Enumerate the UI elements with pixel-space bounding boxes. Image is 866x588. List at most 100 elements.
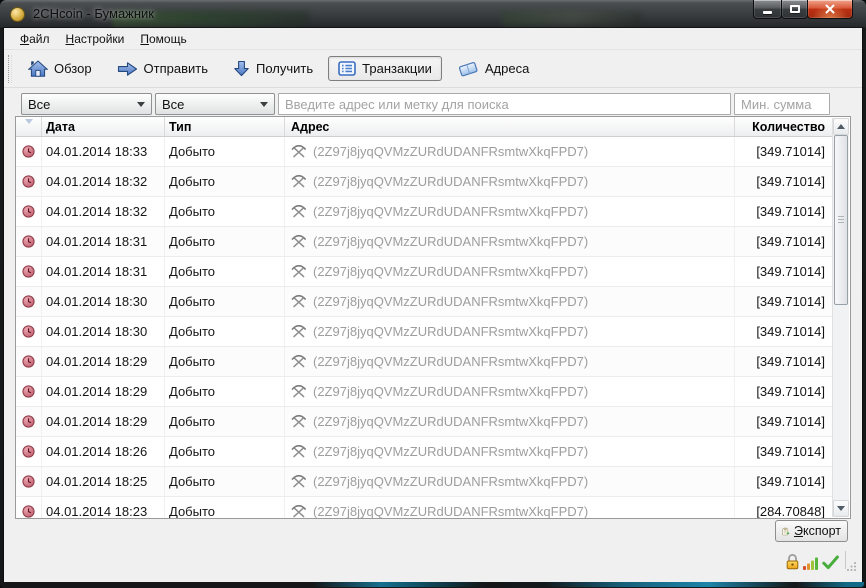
tx-date: 04.01.2014 18:29 (42, 407, 165, 436)
min-amount-input[interactable] (734, 93, 830, 115)
tab-transactions[interactable]: Транзакции (328, 56, 442, 81)
toolbar-drag-handle[interactable] (8, 54, 12, 83)
client-area: Файл Настройки Помощь Обзор Отправить По… (4, 28, 862, 582)
table-row[interactable]: 04.01.2014 18:32 Добыто (2Z97j8jyqQVMzZU… (16, 197, 833, 227)
close-icon (825, 4, 835, 14)
tab-overview[interactable]: Обзор (18, 55, 102, 82)
tx-date: 04.01.2014 18:31 (42, 257, 165, 286)
date-filter-dropdown[interactable]: Все (21, 93, 152, 115)
tx-status-cell (16, 317, 42, 346)
table-row[interactable]: 04.01.2014 18:29 Добыто (2Z97j8jyqQVMzZU… (16, 407, 833, 437)
tx-date: 04.01.2014 18:32 (42, 197, 165, 226)
table-row[interactable]: 04.01.2014 18:26 Добыто (2Z97j8jyqQVMzZU… (16, 437, 833, 467)
status-bar (785, 550, 839, 570)
tx-address: (2Z97j8jyqQVMzZURdUDANFRsmtwXkqFPD7) (313, 234, 589, 249)
resize-grip[interactable] (847, 561, 857, 571)
table-row[interactable]: 04.01.2014 18:30 Добыто (2Z97j8jyqQVMzZU… (16, 317, 833, 347)
export-button[interactable]: Экспорт (775, 520, 848, 542)
scroll-down-button[interactable] (833, 500, 849, 517)
maximize-button[interactable] (781, 0, 808, 19)
table-row[interactable]: 04.01.2014 18:31 Добыто (2Z97j8jyqQVMzZU… (16, 257, 833, 287)
tx-type: Добыто (165, 317, 285, 346)
table-row[interactable]: 04.01.2014 18:33 Добыто (2Z97j8jyqQVMzZU… (16, 137, 833, 167)
search-input[interactable] (278, 93, 731, 115)
tx-type: Добыто (165, 377, 285, 406)
table-header: Дата Тип Адрес Количество (16, 117, 833, 137)
tx-address: (2Z97j8jyqQVMzZURdUDANFRsmtwXkqFPD7) (313, 414, 589, 429)
menu-settings[interactable]: Настройки (58, 29, 133, 49)
tx-type: Добыто (165, 227, 285, 256)
column-header-type[interactable]: Тип (165, 117, 285, 136)
app-coin-icon (10, 7, 25, 22)
glass-reflection (502, 11, 642, 26)
tab-send[interactable]: Отправить (107, 56, 218, 82)
table-row[interactable]: 04.01.2014 18:29 Добыто (2Z97j8jyqQVMzZU… (16, 347, 833, 377)
tx-type: Добыто (165, 437, 285, 466)
immature-clock-icon (22, 445, 35, 458)
table-row[interactable]: 04.01.2014 18:29 Добыто (2Z97j8jyqQVMzZU… (16, 377, 833, 407)
table-row[interactable]: 04.01.2014 18:25 Добыто (2Z97j8jyqQVMzZU… (16, 467, 833, 497)
tx-amount: [284.70848] (756, 504, 825, 519)
sort-indicator-icon (24, 119, 33, 124)
vertical-scrollbar[interactable] (832, 118, 849, 517)
table-row[interactable]: 04.01.2014 18:30 Добыто (2Z97j8jyqQVMzZU… (16, 287, 833, 317)
export-clipboard-icon (782, 527, 790, 535)
table-row[interactable]: 04.01.2014 18:32 Добыто (2Z97j8jyqQVMzZU… (16, 167, 833, 197)
scrollbar-thumb[interactable] (834, 135, 848, 305)
tx-status-cell (16, 377, 42, 406)
tab-addresses-label: Адреса (484, 61, 530, 76)
tab-receive-label: Получить (256, 61, 314, 76)
app-window: 2CHcoin - Бумажник Файл Настройки Помощь (0, 0, 866, 588)
arrow-up-icon (837, 124, 845, 129)
tab-receive[interactable]: Получить (223, 55, 323, 82)
transactions-list-icon (338, 61, 356, 76)
mined-pickaxe-icon (291, 175, 306, 188)
tx-date: 04.01.2014 18:30 (42, 287, 165, 316)
column-header-date[interactable]: Дата (42, 117, 165, 136)
window-controls (753, 0, 853, 19)
immature-clock-icon (22, 355, 35, 368)
table-row[interactable]: 04.01.2014 18:31 Добыто (2Z97j8jyqQVMzZU… (16, 227, 833, 257)
tx-status-cell (16, 167, 42, 196)
column-header-status[interactable] (16, 117, 42, 136)
mined-pickaxe-icon (291, 205, 306, 218)
mined-pickaxe-icon (291, 295, 306, 308)
tab-addresses[interactable]: Адреса (447, 55, 539, 82)
tx-status-cell (16, 467, 42, 496)
tx-amount: [349.71014] (756, 474, 825, 489)
tx-status-cell (16, 407, 42, 436)
sync-check-icon (822, 555, 839, 570)
close-button[interactable] (807, 0, 853, 19)
tx-amount: [349.71014] (756, 264, 825, 279)
column-header-amount[interactable]: Количество (735, 117, 833, 136)
tx-address: (2Z97j8jyqQVMzZURdUDANFRsmtwXkqFPD7) (313, 384, 589, 399)
tx-type: Добыто (165, 347, 285, 376)
tx-amount: [349.71014] (756, 234, 825, 249)
menu-file[interactable]: Файл (12, 29, 58, 49)
type-filter-dropdown[interactable]: Все (155, 93, 275, 115)
export-label: Экспорт (794, 524, 841, 538)
tx-address-cell: (2Z97j8jyqQVMzZURdUDANFRsmtwXkqFPD7) (285, 287, 735, 316)
tx-type: Добыто (165, 197, 285, 226)
column-header-address[interactable]: Адрес (285, 117, 735, 136)
title-bar[interactable]: 2CHcoin - Бумажник (0, 0, 866, 28)
status-separator (845, 551, 846, 569)
tab-overview-label: Обзор (54, 61, 92, 76)
immature-clock-icon (22, 265, 35, 278)
tx-status-cell (16, 287, 42, 316)
tx-address-cell: (2Z97j8jyqQVMzZURdUDANFRsmtwXkqFPD7) (285, 257, 735, 286)
table-row[interactable]: 04.01.2014 18:23 Добыто (2Z97j8jyqQVMzZU… (16, 497, 833, 519)
tx-amount: [349.71014] (756, 414, 825, 429)
scroll-up-button[interactable] (833, 118, 849, 135)
receive-arrow-icon (234, 60, 249, 77)
scrollbar-track[interactable] (833, 135, 849, 500)
menu-help[interactable]: Помощь (132, 29, 194, 49)
tx-amount: [349.71014] (756, 144, 825, 159)
tx-amount: [349.71014] (756, 444, 825, 459)
tx-status-cell (16, 347, 42, 376)
tx-type: Добыто (165, 137, 285, 166)
tx-status-cell (16, 437, 42, 466)
minimize-button[interactable] (753, 0, 782, 19)
mined-pickaxe-icon (291, 385, 306, 398)
tx-amount: [349.71014] (756, 174, 825, 189)
